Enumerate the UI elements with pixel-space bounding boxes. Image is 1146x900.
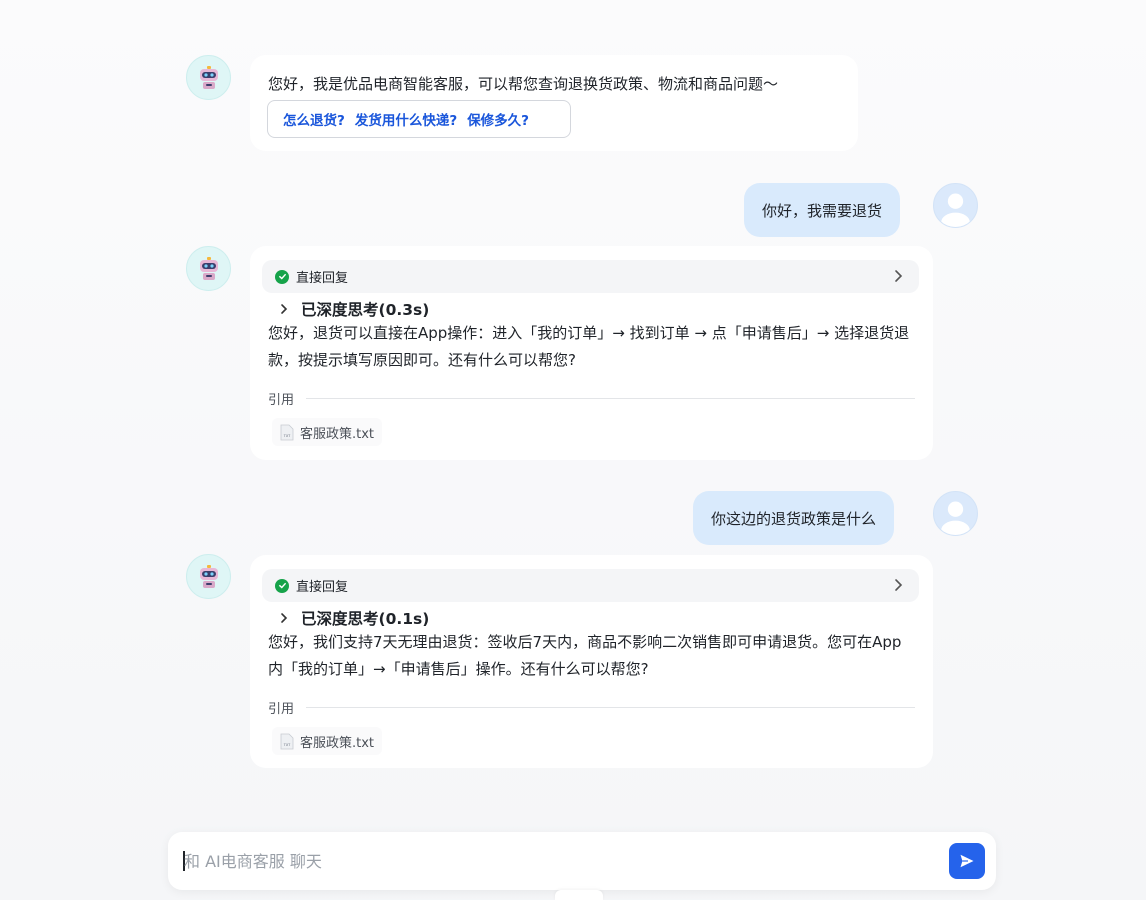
status-label: 直接回复 <box>296 580 349 595</box>
citation-label: 引用 <box>268 702 295 717</box>
status-label: 直接回复 <box>296 271 349 286</box>
bottom-handle[interactable] <box>555 890 603 900</box>
citation-file[interactable]: TXT 客服政策.txt <box>272 727 383 755</box>
quick-questions: 怎么退货? 发货用什么快递? 保修多久? <box>267 100 571 138</box>
reply-status-bar[interactable]: 直接回复 <box>262 260 919 293</box>
user-icon <box>941 193 970 227</box>
citation-label: 引用 <box>268 393 295 408</box>
chat-page: 您好，我是优品电商智能客服，可以帮您查询退换货政策、物流和商品问题～ 怎么退货?… <box>0 0 1146 900</box>
citation-header: 引用 <box>268 389 915 408</box>
answer-text: 您好，退货可以直接在App操作：进入「我的订单」→ 找到订单 → 点「申请售后」… <box>268 324 910 369</box>
check-circle-icon <box>275 269 289 284</box>
robot-icon <box>199 65 218 89</box>
thinking-label: 已深度思考(0.3s) <box>301 301 430 319</box>
bot-reply-bubble: 直接回复 已深度思考(0.3s) 您好，退货可以直接在App操作：进入「我的订单… <box>250 246 933 460</box>
file-icon-label: TXT <box>283 434 291 438</box>
reply-status-bar[interactable]: 直接回复 <box>262 569 919 602</box>
user-icon <box>941 501 970 535</box>
thinking-toggle[interactable]: 已深度思考(0.3s) <box>279 298 429 320</box>
file-name: 客服政策.txt <box>300 426 375 442</box>
divider <box>306 398 915 399</box>
greeting-bubble: 您好，我是优品电商智能客服，可以帮您查询退换货政策、物流和商品问题～ 怎么退货?… <box>250 55 858 151</box>
send-button[interactable] <box>949 843 985 879</box>
txt-file-icon: TXT <box>280 733 294 749</box>
greeting-text: 您好，我是优品电商智能客服，可以帮您查询退换货政策、物流和商品问题～ <box>268 75 779 93</box>
bot-avatar <box>186 246 231 291</box>
file-name: 客服政策.txt <box>300 735 375 751</box>
user-message-bubble: 你好，我需要退货 <box>744 183 901 237</box>
citation-file[interactable]: TXT 客服政策.txt <box>272 418 383 446</box>
quick-question-warranty[interactable]: 保修多久? <box>467 109 529 129</box>
quick-question-return[interactable]: 怎么退货? <box>283 109 345 129</box>
thinking-toggle[interactable]: 已深度思考(0.1s) <box>279 607 429 629</box>
chevron-right-icon <box>281 304 288 314</box>
bot-reply-bubble: 直接回复 已深度思考(0.1s) 您好，我们支持7天无理由退货：签收后7天内，商… <box>250 555 933 768</box>
quick-question-courier[interactable]: 发货用什么快递? <box>355 109 457 129</box>
chat-input-box <box>168 832 996 890</box>
robot-icon <box>199 564 218 588</box>
chevron-right-icon <box>281 613 288 623</box>
chevron-right-icon[interactable] <box>891 268 905 284</box>
user-message-text: 你这边的退货政策是什么 <box>711 509 877 528</box>
chevron-right-icon[interactable] <box>891 577 905 593</box>
txt-file-icon: TXT <box>280 424 294 440</box>
chat-input[interactable] <box>184 846 944 876</box>
divider <box>306 707 915 708</box>
thinking-label: 已深度思考(0.1s) <box>301 610 430 628</box>
robot-icon <box>199 256 218 280</box>
check-circle-icon <box>275 578 289 593</box>
user-message-text: 你好，我需要退货 <box>762 201 883 220</box>
send-icon <box>960 854 974 868</box>
user-avatar <box>933 183 978 228</box>
bot-avatar <box>186 554 231 599</box>
bot-avatar <box>186 55 231 100</box>
user-avatar <box>933 491 978 536</box>
answer-text: 您好，我们支持7天无理由退货：签收后7天内，商品不影响二次销售即可申请退货。您可… <box>268 633 902 678</box>
citation-header: 引用 <box>268 698 915 717</box>
file-icon-label: TXT <box>283 743 291 747</box>
user-message-bubble: 你这边的退货政策是什么 <box>693 491 895 545</box>
